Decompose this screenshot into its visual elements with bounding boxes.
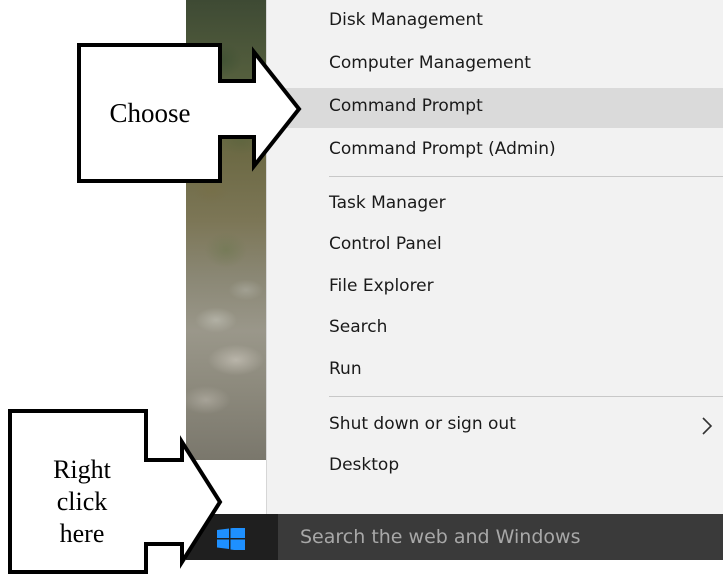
menu-item-label: Search <box>329 317 388 337</box>
choose-callout-text: Choose <box>109 98 191 128</box>
menu-item-file-explorer[interactable]: File Explorer <box>267 268 723 308</box>
menu-item-command-prompt[interactable]: Command Prompt <box>267 88 723 128</box>
menu-item-label: Command Prompt <box>329 96 483 116</box>
menu-item-label: Desktop <box>329 455 400 475</box>
menu-item-search[interactable]: Search <box>267 309 723 349</box>
menu-item-run[interactable]: Run <box>267 351 723 391</box>
taskbar-search-box[interactable]: Search the web and Windows <box>278 514 723 560</box>
menu-item-label: Task Manager <box>329 193 446 213</box>
callout-line: click <box>56 487 108 516</box>
menu-item-desktop[interactable]: Desktop <box>267 447 723 487</box>
menu-item-label: Control Panel <box>329 234 442 254</box>
menu-separator <box>329 176 723 177</box>
menu-item-label: Command Prompt (Admin) <box>329 139 556 159</box>
callout-line: here <box>59 519 105 548</box>
callout-line: Right <box>53 455 111 484</box>
menu-item-computer-management[interactable]: Computer Management <box>267 45 723 85</box>
power-user-menu: Disk Management Computer Management Comm… <box>266 0 723 514</box>
menu-item-label: Disk Management <box>329 10 483 30</box>
chevron-right-icon <box>702 417 713 435</box>
menu-item-label: Computer Management <box>329 53 531 73</box>
menu-item-label: Run <box>329 359 362 379</box>
menu-item-task-manager[interactable]: Task Manager <box>267 185 723 225</box>
search-placeholder: Search the web and Windows <box>300 526 581 548</box>
menu-item-control-panel[interactable]: Control Panel <box>267 226 723 266</box>
menu-item-label: File Explorer <box>329 276 434 296</box>
menu-item-disk-management[interactable]: Disk Management <box>267 2 723 42</box>
menu-item-shut-down-or-sign-out[interactable]: Shut down or sign out <box>267 406 723 446</box>
menu-item-command-prompt-admin[interactable]: Command Prompt (Admin) <box>267 131 723 171</box>
right-click-callout-text: Right click here <box>14 454 150 550</box>
menu-item-label: Shut down or sign out <box>329 414 516 434</box>
screenshot: Disk Management Computer Management Comm… <box>0 0 723 574</box>
taskbar: Search the web and Windows <box>186 514 723 560</box>
menu-separator <box>329 396 723 397</box>
